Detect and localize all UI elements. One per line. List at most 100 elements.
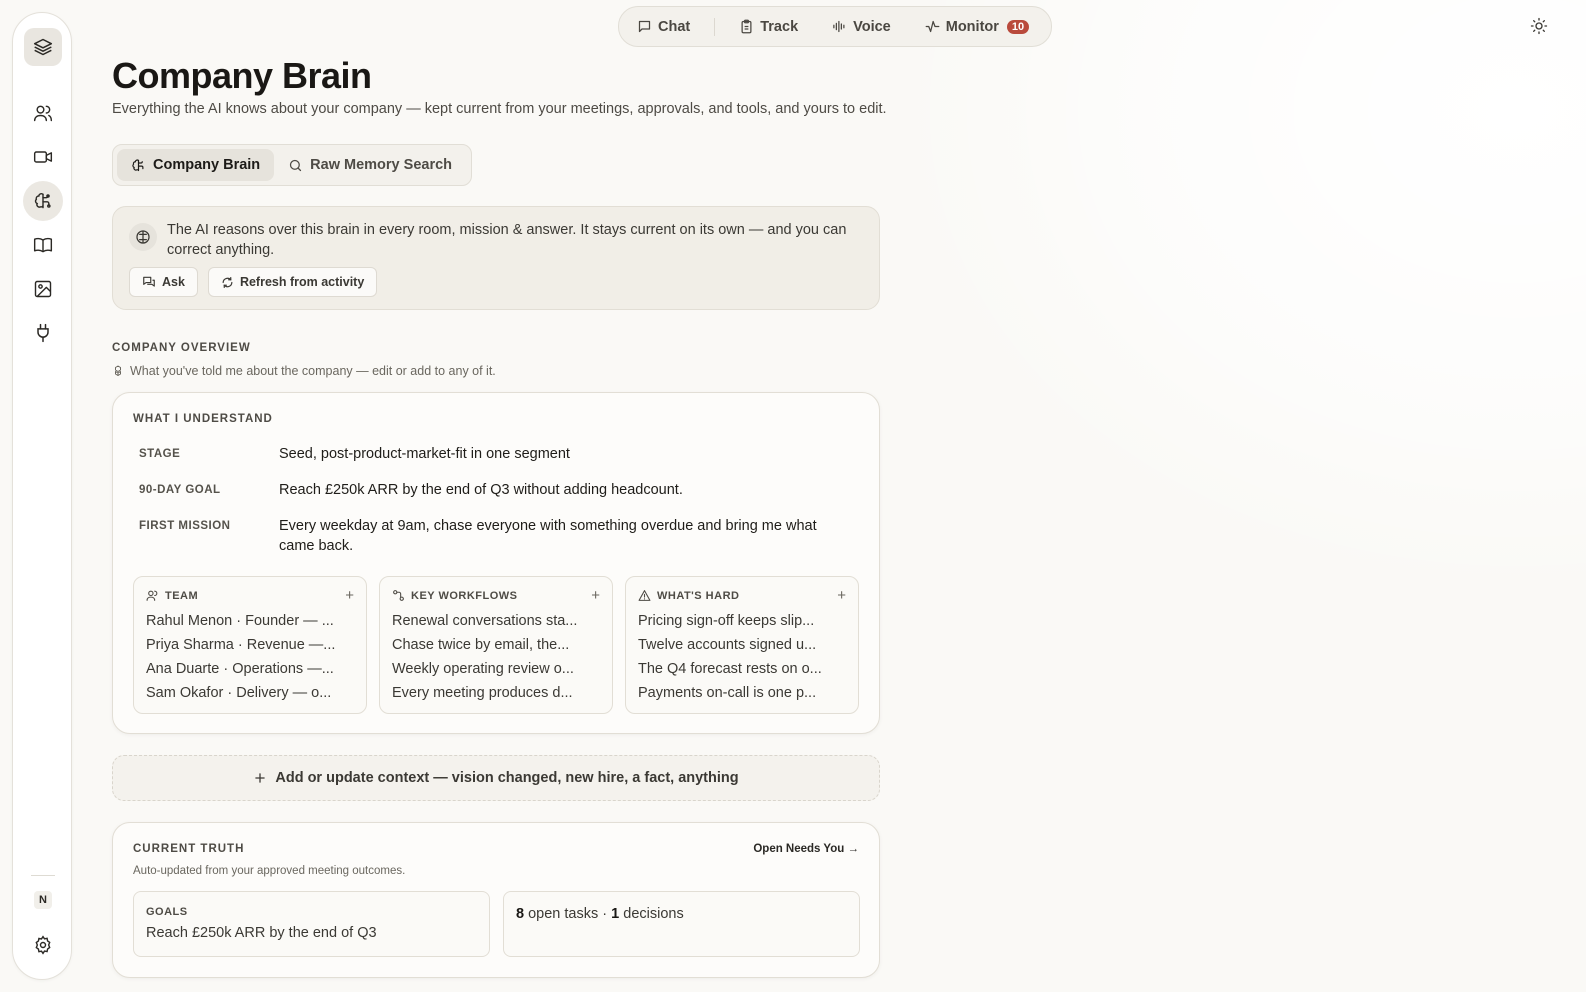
list-item[interactable]: Renewal conversations sta... bbox=[392, 609, 602, 633]
tab-raw-memory-search[interactable]: Raw Memory Search bbox=[274, 149, 466, 181]
monitor-badge: 10 bbox=[1006, 19, 1030, 34]
group-team: TEAM + Rahul Menon · Founder — ... Priya… bbox=[133, 576, 367, 714]
brain-icon bbox=[132, 158, 144, 171]
users-icon bbox=[33, 105, 53, 122]
nav-chat-label: Chat bbox=[658, 18, 691, 35]
list-item[interactable]: Payments on-call is one p... bbox=[638, 681, 848, 705]
tab-company-brain[interactable]: Company Brain bbox=[117, 149, 275, 181]
plus-icon bbox=[255, 773, 266, 783]
add-context-label: Add or update context — vision changed, … bbox=[275, 770, 739, 786]
list-item[interactable]: Priya Sharma · Revenue —... bbox=[146, 633, 356, 657]
plug-icon bbox=[37, 323, 49, 343]
field-value-stage[interactable]: Seed, post-product-market-fit in one seg… bbox=[279, 444, 819, 464]
warning-icon bbox=[638, 590, 651, 601]
list-item[interactable]: Twelve accounts signed u... bbox=[638, 633, 848, 657]
list-item[interactable]: Chase twice by email, the... bbox=[392, 633, 602, 657]
sidebar-item-library[interactable] bbox=[23, 225, 63, 265]
nav-separator bbox=[714, 17, 716, 36]
list-item[interactable]: Weekly operating review o... bbox=[392, 657, 602, 681]
section-sub-overview: What you've told me about the company — … bbox=[112, 364, 496, 378]
book-icon bbox=[33, 237, 53, 253]
current-truth-card: CURRENT TRUTH Open Needs You → Auto-upda… bbox=[112, 822, 880, 978]
add-whats-hard-button[interactable]: + bbox=[837, 587, 846, 604]
tab-company-brain-label: Company Brain bbox=[153, 157, 261, 173]
nav-voice[interactable]: Voice bbox=[832, 19, 891, 35]
sun-icon bbox=[1530, 17, 1548, 35]
brain-icon bbox=[136, 230, 150, 244]
nav-voice-label: Voice bbox=[853, 18, 891, 35]
tasks-box[interactable]: 8 open tasks · 1 decisions bbox=[503, 891, 860, 957]
open-tasks-label: open tasks · bbox=[528, 906, 608, 922]
field-value-goal[interactable]: Reach £250k ARR by the end of Q3 without… bbox=[279, 480, 819, 500]
field-key-mission: FIRST MISSION bbox=[139, 520, 231, 532]
layers-icon bbox=[33, 38, 53, 56]
group-workflows-title: KEY WORKFLOWS bbox=[411, 589, 518, 602]
ask-button[interactable]: Ask bbox=[129, 267, 198, 297]
sidebar-item-media[interactable] bbox=[23, 269, 63, 309]
theme-toggle[interactable] bbox=[1530, 17, 1548, 35]
goals-value: Reach £250k ARR by the end of Q3 bbox=[146, 925, 377, 941]
video-icon bbox=[33, 151, 53, 163]
chat-bubbles-icon bbox=[143, 276, 155, 287]
refresh-button[interactable]: Refresh from activity bbox=[207, 267, 378, 297]
nav-track[interactable]: Track bbox=[739, 19, 798, 35]
ask-button-label: Ask bbox=[162, 275, 185, 289]
page-subtitle: Everything the AI knows about your compa… bbox=[112, 101, 887, 117]
sidebar-item-people[interactable] bbox=[23, 93, 63, 133]
add-context-button[interactable]: Add or update context — vision changed, … bbox=[112, 755, 880, 801]
tab-raw-memory-search-label: Raw Memory Search bbox=[310, 157, 453, 173]
page-title: Company Brain bbox=[112, 55, 372, 96]
brain-icon bbox=[34, 193, 51, 209]
nav-monitor[interactable]: Monitor 10 bbox=[925, 19, 1030, 35]
section-label-overview: COMPANY OVERVIEW bbox=[112, 342, 251, 354]
list-item[interactable]: Every meeting produces d... bbox=[392, 681, 602, 705]
view-tabs: Company Brain Raw Memory Search bbox=[112, 144, 472, 186]
users-icon bbox=[146, 590, 158, 601]
sidebar-item-brain[interactable] bbox=[23, 181, 63, 221]
goals-label: GOALS bbox=[146, 906, 188, 918]
user-avatar[interactable]: N bbox=[34, 891, 52, 909]
settings-button[interactable] bbox=[23, 925, 63, 965]
cubes-icon bbox=[115, 365, 121, 376]
add-workflow-button[interactable]: + bbox=[591, 587, 600, 604]
card-label-understand: WHAT I UNDERSTAND bbox=[133, 413, 273, 425]
group-team-title: TEAM bbox=[165, 589, 199, 602]
field-value-mission[interactable]: Every weekday at 9am, chase everyone wit… bbox=[279, 516, 819, 556]
gear-icon bbox=[35, 935, 51, 955]
group-whats-hard-title: WHAT'S HARD bbox=[657, 589, 740, 602]
card-label-truth: CURRENT TRUTH bbox=[133, 843, 245, 855]
list-item[interactable]: Rahul Menon · Founder — ... bbox=[146, 609, 356, 633]
waveform-icon bbox=[833, 20, 845, 33]
truth-sub: Auto-updated from your approved meeting … bbox=[133, 865, 406, 877]
clipboard-icon bbox=[741, 19, 752, 34]
refresh-button-label: Refresh from activity bbox=[239, 275, 365, 289]
nav-chat[interactable]: Chat bbox=[637, 19, 690, 35]
sidebar-item-integrations[interactable] bbox=[23, 313, 63, 353]
activity-icon bbox=[925, 20, 940, 33]
list-item[interactable]: Pricing sign-off keeps slip... bbox=[638, 609, 848, 633]
group-whats-hard: WHAT'S HARD + Pricing sign-off keeps sli… bbox=[625, 576, 859, 714]
info-banner: The AI reasons over this brain in every … bbox=[112, 206, 880, 310]
search-icon bbox=[290, 159, 302, 171]
field-key-stage: STAGE bbox=[139, 448, 181, 460]
list-item[interactable]: Ana Duarte · Operations —... bbox=[146, 657, 356, 681]
section-sub-text: What you've told me about the company — … bbox=[130, 364, 496, 378]
understanding-card: WHAT I UNDERSTAND STAGE Seed, post-produ… bbox=[112, 392, 880, 734]
open-tasks-count: 8 bbox=[516, 906, 525, 922]
decisions-count: 1 bbox=[611, 906, 620, 922]
open-needs-you-link[interactable]: Open Needs You → bbox=[753, 843, 859, 855]
list-item[interactable]: The Q4 forecast rests on o... bbox=[638, 657, 848, 681]
nav-track-label: Track bbox=[760, 18, 799, 35]
tasks-summary: 8 open tasks · 1 decisions bbox=[516, 906, 684, 922]
top-nav: Chat Track Voice Monitor 10 bbox=[618, 6, 1052, 47]
image-icon bbox=[34, 280, 52, 298]
sidebar-item-home[interactable] bbox=[24, 28, 62, 66]
goals-box[interactable]: GOALS Reach £250k ARR by the end of Q3 bbox=[133, 891, 490, 957]
list-item[interactable]: Sam Okafor · Delivery — o... bbox=[146, 681, 356, 705]
info-text: The AI reasons over this brain in every … bbox=[167, 222, 847, 258]
add-team-button[interactable]: + bbox=[345, 587, 354, 604]
refresh-icon bbox=[222, 276, 233, 288]
decisions-label: decisions bbox=[623, 906, 684, 922]
sidebar-item-meetings[interactable] bbox=[23, 137, 63, 177]
sidebar-divider bbox=[31, 875, 55, 876]
